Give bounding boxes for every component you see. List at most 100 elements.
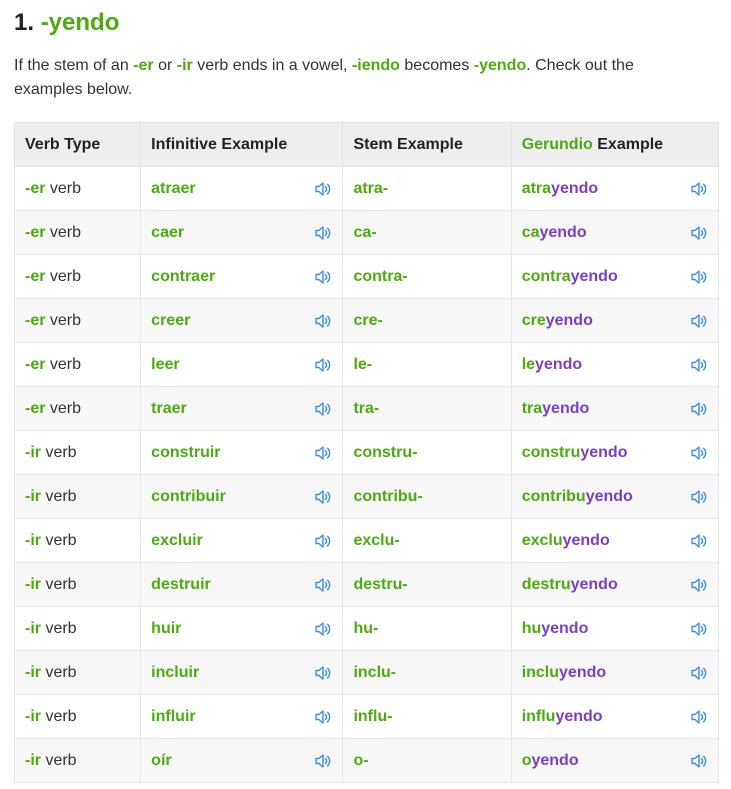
speaker-icon[interactable] <box>314 621 332 637</box>
verb-type-word: verb <box>41 663 77 681</box>
table-row: -ir verb huir hu- huyendo <box>13 606 720 651</box>
speaker-icon[interactable] <box>690 753 708 769</box>
verb-type-cell: -ir verb <box>13 474 142 519</box>
infinitive-word: destruir <box>151 575 211 593</box>
table-header-row: Verb Type Infinitive Example Stem Exampl… <box>13 122 720 167</box>
infinitive-cell: destruir <box>140 562 344 607</box>
gerundio-stem: contra <box>521 267 571 285</box>
gerundio-word: destruyendo <box>522 576 618 594</box>
gerundio-stem: o <box>521 751 532 769</box>
gerundio-word: excluyendo <box>522 532 610 550</box>
verb-type-word: verb <box>41 443 77 461</box>
speaker-icon[interactable] <box>690 401 708 417</box>
gerundio-cell: destruyendo <box>510 562 720 607</box>
infinitive-cell: creer <box>140 298 344 343</box>
stem-cell: cre- <box>342 298 512 343</box>
stem-word: exclu- <box>353 531 400 549</box>
speaker-icon[interactable] <box>690 313 708 329</box>
speaker-icon[interactable] <box>690 665 708 681</box>
speaker-icon[interactable] <box>690 225 708 241</box>
infinitive-word: incluir <box>151 663 200 681</box>
gerundio-stem: tra <box>521 399 543 417</box>
infinitive-word: excluir <box>151 531 203 549</box>
stem-cell: le- <box>342 342 512 387</box>
verb-type-cell: -er verb <box>13 254 142 299</box>
gerundio-stem: atra <box>521 179 552 197</box>
table-row: -er verb leer le- leyendo <box>13 342 720 387</box>
stem-word: influ- <box>353 707 393 725</box>
verb-type-word: verb <box>41 619 77 637</box>
speaker-icon[interactable] <box>314 225 332 241</box>
gerundio-word: incluyendo <box>522 664 606 682</box>
speaker-icon[interactable] <box>314 181 332 197</box>
intro-iendo: -iendo <box>351 57 400 74</box>
verb-type-word: verb <box>45 311 82 329</box>
table-row: -ir verb incluir inclu- incluyendo <box>13 650 720 695</box>
speaker-icon[interactable] <box>690 445 708 461</box>
speaker-icon[interactable] <box>690 357 708 373</box>
speaker-icon[interactable] <box>314 357 332 373</box>
stem-word: o- <box>353 751 369 769</box>
speaker-icon[interactable] <box>314 313 332 329</box>
speaker-icon[interactable] <box>314 269 332 285</box>
speaker-icon[interactable] <box>314 753 332 769</box>
speaker-icon[interactable] <box>690 621 708 637</box>
speaker-icon[interactable] <box>314 577 332 593</box>
speaker-icon[interactable] <box>314 533 332 549</box>
stem-word: atra- <box>353 179 389 197</box>
stem-cell: atra- <box>342 166 512 211</box>
stem-cell: ca- <box>342 210 512 255</box>
verb-type-word: verb <box>41 575 77 593</box>
gerundio-cell: incluyendo <box>510 650 720 695</box>
speaker-icon[interactable] <box>314 665 332 681</box>
gerundio-cell: atrayendo <box>510 166 720 211</box>
table-row: -er verb contraer contra- contrayendo <box>13 254 720 299</box>
stem-cell: o- <box>342 738 512 783</box>
gerundio-stem: contribu <box>521 487 586 505</box>
infinitive-word: influir <box>151 707 196 725</box>
gerundio-word: huyendo <box>522 620 589 638</box>
verb-ending: -er <box>25 311 46 329</box>
gerundio-word: influyendo <box>522 708 603 726</box>
speaker-icon[interactable] <box>690 577 708 593</box>
conjugation-table: Verb Type Infinitive Example Stem Exampl… <box>13 122 720 783</box>
gerundio-ending: yendo <box>551 179 599 197</box>
gerundio-word: oyendo <box>522 752 579 770</box>
speaker-icon[interactable] <box>314 709 332 725</box>
gerundio-word: creyendo <box>522 312 593 330</box>
speaker-icon[interactable] <box>314 489 332 505</box>
verb-type-cell: -er verb <box>13 298 142 343</box>
infinitive-cell: huir <box>140 606 344 651</box>
table-row: -ir verb influir influ- influyendo <box>13 694 720 739</box>
speaker-icon[interactable] <box>690 181 708 197</box>
verb-type-word: verb <box>45 399 82 417</box>
verb-ending: -ir <box>25 443 41 461</box>
infinitive-cell: caer <box>140 210 344 255</box>
intro-ir: -ir <box>176 57 193 74</box>
verb-type-word: verb <box>45 267 82 285</box>
speaker-icon[interactable] <box>690 489 708 505</box>
infinitive-cell: incluir <box>140 650 344 695</box>
speaker-icon[interactable] <box>314 445 332 461</box>
heading-number: 1. <box>14 9 35 36</box>
gerundio-word: leyendo <box>522 356 582 374</box>
speaker-icon[interactable] <box>690 709 708 725</box>
stem-cell: contra- <box>342 254 512 299</box>
gerundio-ending: yendo <box>559 663 607 681</box>
gerundio-cell: influyendo <box>510 694 720 739</box>
gerundio-stem: inclu <box>521 663 560 681</box>
stem-cell: tra- <box>342 386 512 431</box>
table-row: -ir verb oír o- oyendo <box>13 738 720 783</box>
header-infinitive: Infinitive Example <box>140 122 344 167</box>
gerundio-cell: leyendo <box>510 342 720 387</box>
speaker-icon[interactable] <box>690 533 708 549</box>
gerundio-word: cayendo <box>522 224 587 242</box>
speaker-icon[interactable] <box>690 269 708 285</box>
gerundio-cell: creyendo <box>510 298 720 343</box>
header-gerundio: Gerundio Example <box>510 122 720 167</box>
verb-type-word: verb <box>45 355 82 373</box>
gerundio-word: contrayendo <box>522 268 618 286</box>
gerundio-cell: excluyendo <box>510 518 720 563</box>
speaker-icon[interactable] <box>314 401 332 417</box>
verb-type-cell: -ir verb <box>13 738 142 783</box>
